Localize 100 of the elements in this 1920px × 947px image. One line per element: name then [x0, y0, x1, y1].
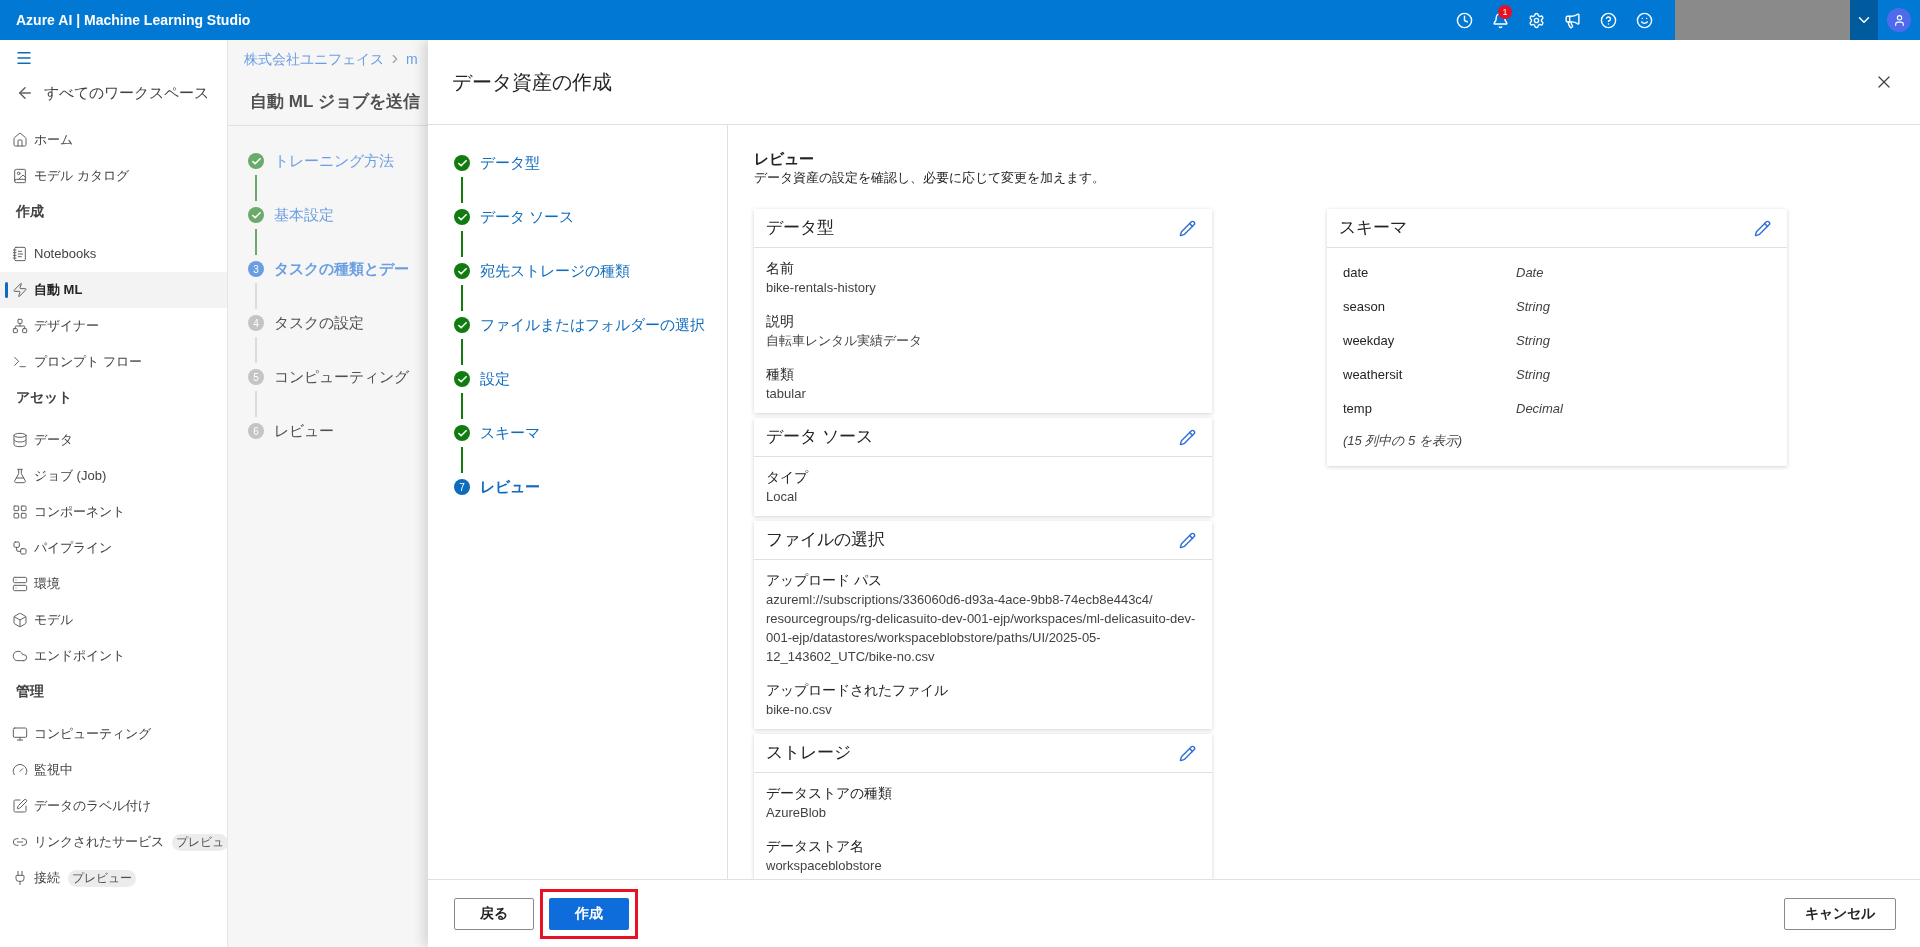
field-label: タイプ — [766, 468, 810, 487]
column-type: String — [1516, 366, 1550, 385]
column-type: String — [1516, 298, 1550, 317]
cancel-button[interactable]: キャンセル — [1784, 897, 1896, 930]
column-type: Date — [1516, 264, 1544, 283]
step-link[interactable]: データ型 — [480, 152, 710, 174]
help-icon — [1599, 11, 1617, 29]
grid-icon — [12, 504, 28, 520]
field-value: tabular — [766, 385, 807, 403]
field-value: azureml://subscriptions/336060d6-d93a-4ace-9bb8-74ecb8e443c4/resourcegroups/rg-delicasuito-dev-001-ejp/workspaces/ml-delicasuito-dev-001-ejp/datastores/workspaceblobstore/paths/UI/2025-05-12_143602_UTC/bike-no.csv — [766, 591, 1197, 666]
clock-icon — [1455, 11, 1473, 29]
nav-item[interactable]: ジョブ (Job) — [0, 458, 227, 494]
gauge-icon — [12, 762, 28, 778]
flask-icon — [12, 468, 28, 484]
column-name: temp — [1343, 400, 1373, 419]
preview-badge: プレビュ — [172, 833, 228, 851]
back-link[interactable]: すべてのワークスペース — [44, 81, 209, 105]
nav-item[interactable]: モデル カタログ — [0, 158, 227, 194]
nav-item[interactable]: 監視中 — [0, 752, 227, 788]
notebook-icon — [12, 246, 28, 262]
database-icon — [12, 432, 28, 448]
card-title: ストレージ — [766, 742, 851, 765]
settings-icon — [1527, 11, 1545, 29]
field-label: アップロードされたファイル — [766, 681, 949, 700]
step-number: 4 — [248, 315, 264, 331]
card-title: スキーマ — [1339, 217, 1407, 240]
section-heading: アセット — [16, 388, 72, 407]
field-value: bike-no.csv — [766, 701, 833, 719]
column-type: String — [1516, 332, 1550, 351]
field-value: Local — [766, 488, 799, 506]
step-link[interactable]: レビュー — [480, 476, 710, 498]
pencil-icon — [1179, 219, 1196, 237]
column-name: weathersit — [1343, 366, 1404, 385]
section-heading: 作成 — [16, 202, 44, 221]
network-icon — [12, 318, 28, 334]
step-link[interactable]: タスクの設定 — [274, 312, 364, 334]
nav-item[interactable]: コンピューティング — [0, 716, 227, 752]
bell-button[interactable]: 1 — [1482, 0, 1518, 40]
nav-item[interactable]: データ — [0, 422, 227, 458]
nav-item[interactable]: データのラベル付け — [0, 788, 227, 824]
section-heading: 管理 — [16, 682, 44, 701]
nav-item[interactable]: 接続 プレビュー — [0, 860, 227, 896]
column-type: Decimal — [1516, 400, 1563, 419]
terminal-icon — [12, 354, 28, 370]
book-icon — [12, 168, 28, 184]
field-label: データストア名 — [766, 837, 865, 856]
step-link[interactable]: データ ソース — [480, 206, 710, 228]
server-icon — [12, 576, 28, 592]
menu-icon — [15, 49, 33, 67]
step-link[interactable]: ファイルまたはフォルダーの選択 — [480, 314, 710, 336]
field-value: AzureBlob — [766, 804, 827, 822]
back-button[interactable]: 戻る — [454, 897, 534, 930]
step-link[interactable]: スキーマ — [480, 422, 710, 444]
home-icon — [12, 132, 28, 148]
card-title: ファイルの選択 — [766, 529, 885, 552]
nav-item[interactable]: 環境 — [0, 566, 227, 602]
step-link[interactable]: 宛先ストレージの種類 — [480, 260, 710, 282]
step-link[interactable]: レビュー — [274, 420, 334, 442]
page-title: 自動 ML ジョブを送信 — [250, 90, 420, 113]
bell-icon — [1491, 11, 1509, 29]
field-value: workspaceblobstore — [766, 857, 883, 875]
monitor-icon — [12, 726, 28, 742]
nav-item[interactable]: コンポーネント — [0, 494, 227, 530]
nav-item[interactable]: ホーム — [0, 122, 227, 158]
field-label: アップロード パス — [766, 571, 883, 590]
pen-square-icon — [12, 798, 28, 814]
column-name: date — [1343, 264, 1370, 283]
card-title: データ ソース — [766, 426, 873, 449]
schema-footnote: (15 列中の 5 を表示) — [1343, 432, 1464, 451]
smiley-icon — [1635, 11, 1653, 29]
avatar-icon[interactable] — [1887, 8, 1911, 32]
create-button[interactable]: 作成 — [549, 897, 629, 930]
preview-badge: プレビュー — [68, 869, 136, 887]
step-link[interactable]: 設定 — [480, 368, 710, 390]
megaphone-icon — [1563, 11, 1581, 29]
nav-item[interactable]: エンドポイント — [0, 638, 227, 674]
nav-item[interactable]: リンクされたサービス プレビュ — [0, 824, 227, 860]
nav-item[interactable]: Notebooks — [0, 236, 227, 272]
nav-item[interactable]: デザイナー — [0, 308, 227, 344]
step-link[interactable]: コンピューティング — [274, 366, 409, 388]
cube-icon — [12, 612, 28, 628]
field-label: 種類 — [766, 365, 795, 384]
pencil-icon — [1754, 219, 1771, 237]
column-name: weekday — [1343, 332, 1396, 351]
column-name: season — [1343, 298, 1386, 317]
nav-item[interactable]: プロンプト フロー — [0, 344, 227, 380]
review-heading: レビュー — [754, 149, 815, 169]
nav-item[interactable]: モデル — [0, 602, 227, 638]
field-label: データストアの種類 — [766, 784, 893, 803]
field-value: 自転車レンタル実績データ — [766, 332, 923, 350]
pencil-icon — [1179, 428, 1196, 446]
field-label: 説明 — [766, 312, 795, 331]
notification-badge: 1 — [1498, 5, 1512, 19]
workflow-icon — [12, 540, 28, 556]
nav-item[interactable]: 自動 ML — [0, 272, 227, 308]
nav-item[interactable]: パイプライン — [0, 530, 227, 566]
step-number: 3 — [248, 261, 264, 277]
pencil-icon — [1179, 744, 1196, 762]
cloud-icon — [12, 648, 28, 664]
field-label: 名前 — [766, 259, 795, 278]
